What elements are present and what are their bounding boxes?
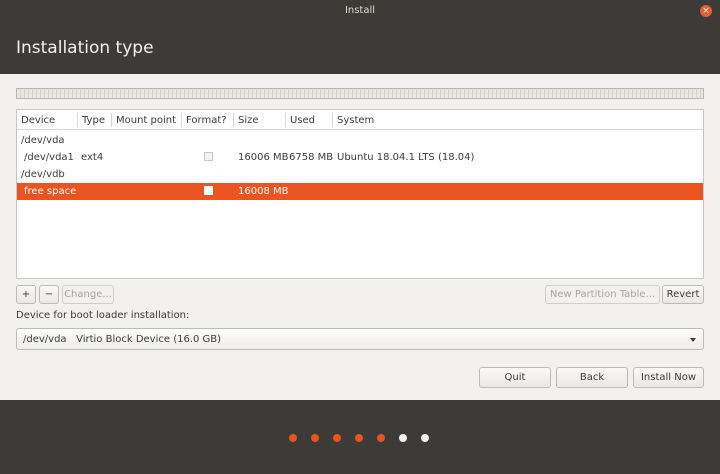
step-dot-complete <box>333 434 341 442</box>
column-header-format[interactable]: Format? <box>186 115 227 126</box>
chevron-down-icon <box>690 338 696 342</box>
column-header-used[interactable]: Used <box>290 115 315 126</box>
bootloader-device-select[interactable]: /dev/vda Virtio Block Device (16.0 GB) <box>16 328 704 350</box>
revert-button[interactable]: Revert <box>662 285 704 304</box>
step-dot-complete <box>355 434 363 442</box>
back-button[interactable]: Back <box>556 367 628 388</box>
step-dot-complete <box>377 434 385 442</box>
device-cell: /dev/vda <box>21 135 65 146</box>
column-header-system[interactable]: System <box>337 115 374 126</box>
change-partition-button[interactable]: Change... <box>62 285 114 304</box>
table-header: Device Type Mount point Format? Size Use… <box>17 110 703 130</box>
remove-partition-button[interactable]: − <box>39 285 59 304</box>
install-now-button[interactable]: Install Now <box>633 367 704 388</box>
step-dot-pending <box>399 434 407 442</box>
step-dot-pending <box>421 434 429 442</box>
window-title: Install <box>344 5 376 16</box>
bootloader-label: Device for boot loader installation: <box>16 310 190 321</box>
table-row[interactable]: /dev/vdb <box>17 166 703 183</box>
page-title: Installation type <box>16 38 154 58</box>
partition-bar <box>16 88 704 99</box>
device-cell: free space <box>24 186 77 197</box>
quit-button[interactable]: Quit <box>479 367 551 388</box>
type-cell: ext4 <box>81 152 104 163</box>
main-content: Device Type Mount point Format? Size Use… <box>0 74 720 400</box>
format-checkbox[interactable] <box>204 186 213 195</box>
partition-table[interactable]: Device Type Mount point Format? Size Use… <box>16 109 704 279</box>
size-cell: 16008 MB <box>238 186 289 197</box>
column-header-size[interactable]: Size <box>238 115 259 126</box>
size-cell: 16006 MB <box>238 152 289 163</box>
column-header-type[interactable]: Type <box>82 115 105 126</box>
device-cell: /dev/vda1 <box>24 152 74 163</box>
column-header-device[interactable]: Device <box>21 115 55 126</box>
close-icon[interactable]: × <box>700 5 712 17</box>
step-dot-complete <box>311 434 319 442</box>
bootloader-selected-value: /dev/vda Virtio Block Device (16.0 GB) <box>23 334 222 345</box>
page-header: Installation type <box>0 22 720 74</box>
window-titlebar: Install × <box>0 0 720 22</box>
system-cell: Ubuntu 18.04.1 LTS (18.04) <box>337 152 475 163</box>
footer <box>0 400 720 474</box>
column-header-mount-point[interactable]: Mount point <box>116 115 176 126</box>
format-checkbox[interactable] <box>204 152 213 161</box>
device-cell: /dev/vdb <box>21 169 65 180</box>
table-row[interactable]: /dev/vda <box>17 132 703 149</box>
step-dot-complete <box>289 434 297 442</box>
used-cell: 6758 MB <box>289 152 334 163</box>
table-row-selected[interactable]: free space 16008 MB <box>17 183 703 200</box>
add-partition-button[interactable]: + <box>16 285 36 304</box>
new-partition-table-button[interactable]: New Partition Table... <box>545 285 660 304</box>
table-row[interactable]: /dev/vda1 ext4 16006 MB 6758 MB Ubuntu 1… <box>17 149 703 166</box>
